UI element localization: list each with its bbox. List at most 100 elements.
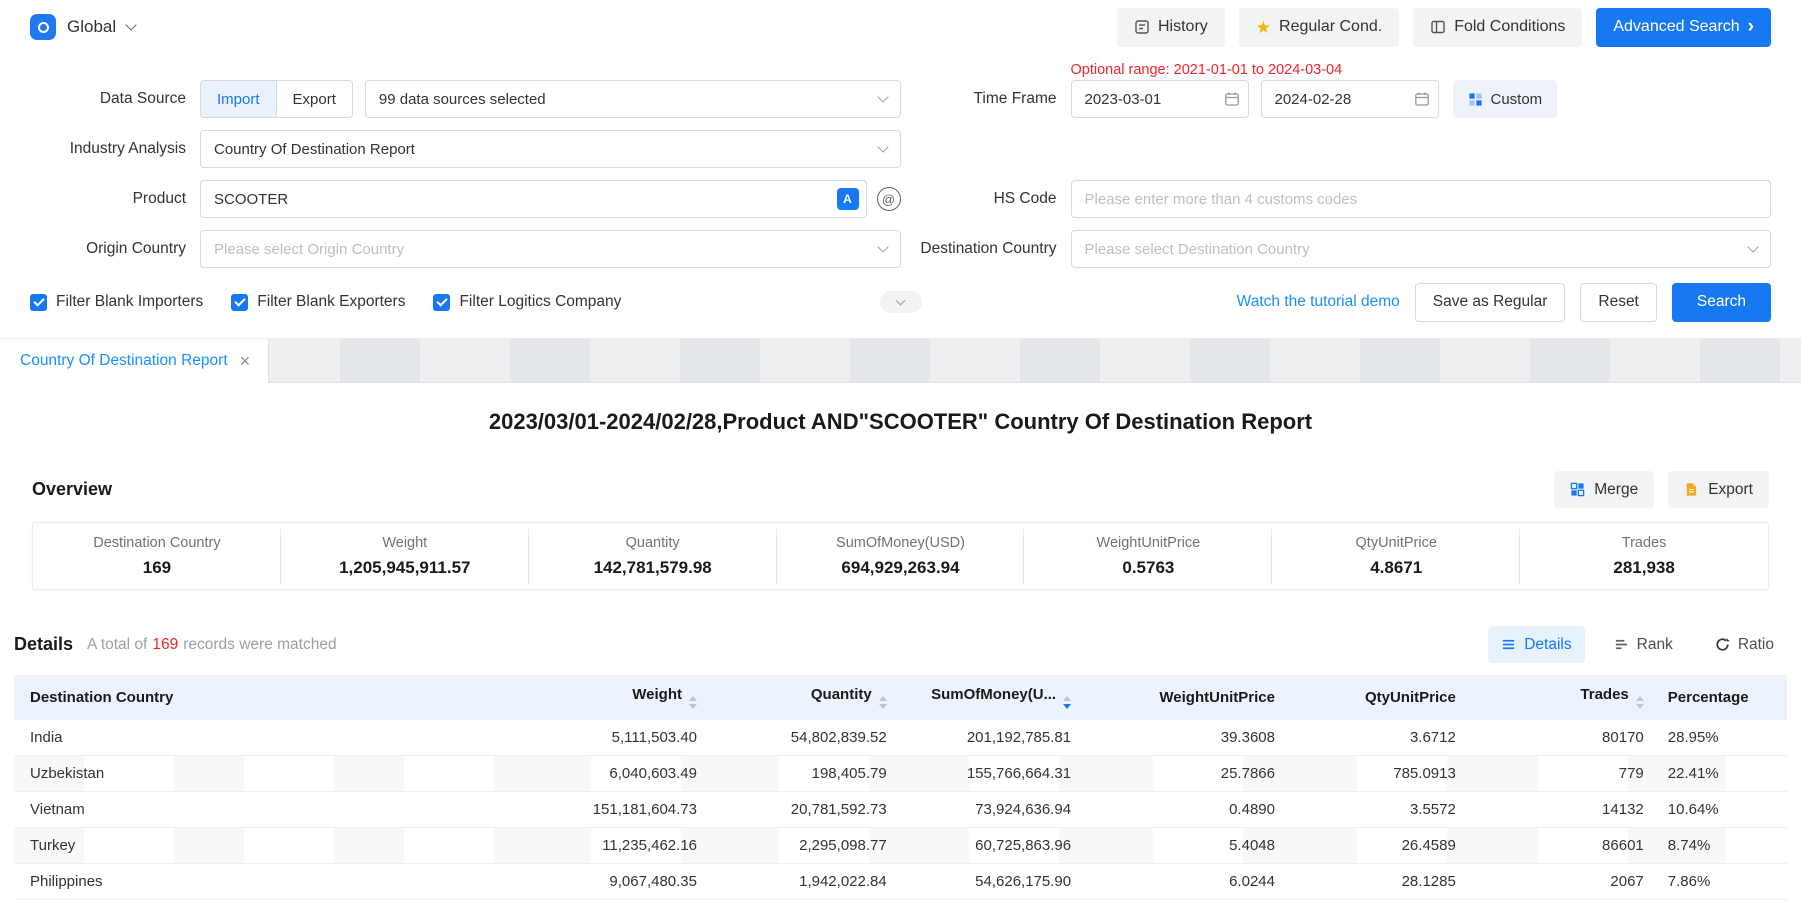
cell-qty-unit-price: 28.1285 — [1287, 863, 1468, 899]
cell-trades: 14132 — [1468, 791, 1656, 827]
overview-stats-bar: Destination Country 169 Weight 1,205,945… — [32, 522, 1769, 590]
calendar-icon — [1414, 91, 1430, 107]
table-row-india[interactable]: India 5,111,503.40 54,802,839.52 201,192… — [14, 720, 1787, 756]
stat-destination-country: Destination Country 169 — [33, 535, 281, 578]
sort-icon[interactable] — [1063, 696, 1071, 709]
collapse-panel-button[interactable] — [880, 291, 922, 313]
tab-country-of-destination-report[interactable]: Country Of Destination Report × — [0, 339, 269, 383]
custom-range-button[interactable]: Custom — [1453, 80, 1558, 118]
industry-analysis-value: Country Of Destination Report — [214, 141, 415, 158]
table-row-uzbekistan[interactable]: Uzbekistan 6,040,603.49 198,405.79 155,7… — [14, 755, 1787, 791]
cell-percentage: 22.41% — [1656, 755, 1787, 791]
cell-trades: 86601 — [1468, 827, 1656, 863]
cell-quantity: 20,781,592.73 — [709, 791, 899, 827]
table-header-sum-of-money[interactable]: SumOfMoney(U... — [899, 675, 1083, 720]
cell-sum-of-money: 201,192,785.81 — [899, 720, 1083, 756]
cell-destination-country[interactable]: Philippines — [14, 863, 521, 899]
filter-blank-importers-checkbox[interactable]: Filter Blank Importers — [30, 293, 203, 311]
view-ratio-button[interactable]: Ratio — [1702, 626, 1787, 663]
optional-range-row: Optional range: 2021-01-01 to 2024-03-04 — [30, 54, 1771, 78]
origin-country-label: Origin Country — [30, 240, 200, 258]
calendar-icon — [1224, 91, 1240, 107]
form-actions: Watch the tutorial demo Save as Regular … — [1237, 283, 1771, 322]
filter-label: Filter Logitics Company — [459, 293, 621, 311]
fold-conditions-button[interactable]: Fold Conditions — [1413, 8, 1582, 47]
table-header-row: Destination Country Weight Quantity SumO… — [14, 675, 1787, 720]
view-details-button[interactable]: Details — [1488, 626, 1584, 663]
tutorial-link[interactable]: Watch the tutorial demo — [1237, 293, 1400, 311]
cell-sum-of-money: 155,766,664.31 — [899, 755, 1083, 791]
cell-destination-country[interactable]: Uzbekistan — [14, 755, 521, 791]
start-date-input[interactable] — [1071, 80, 1249, 118]
table-header-weight[interactable]: Weight — [521, 675, 709, 720]
time-frame-label: Time Frame — [901, 90, 1071, 108]
end-date-input[interactable] — [1261, 80, 1439, 118]
reset-button[interactable]: Reset — [1580, 283, 1657, 322]
import-toggle[interactable]: Import — [201, 81, 276, 117]
cell-qty-unit-price: 3.6712 — [1287, 720, 1468, 756]
advanced-search-button[interactable]: Advanced Search › — [1596, 8, 1771, 47]
chevron-down-icon — [896, 296, 906, 306]
overview-header: Overview Merge Export — [32, 471, 1769, 508]
table-header-qty-unit-price: QtyUnitPrice — [1287, 675, 1468, 720]
export-icon — [1684, 482, 1699, 497]
cell-weight: 5,111,503.40 — [521, 720, 709, 756]
table-row-vietnam[interactable]: Vietnam 151,181,604.73 20,781,592.73 73,… — [14, 791, 1787, 827]
cell-percentage: 28.95% — [1656, 720, 1787, 756]
report-title: 2023/03/01-2024/02/28,Product AND"SCOOTE… — [0, 409, 1801, 435]
regular-cond-button[interactable]: ★ Regular Cond. — [1239, 8, 1399, 47]
industry-analysis-select[interactable]: Country Of Destination Report — [200, 130, 901, 168]
custom-label: Custom — [1491, 91, 1543, 108]
destination-country-placeholder: Please select Destination Country — [1085, 241, 1310, 258]
cell-destination-country[interactable]: Vietnam — [14, 791, 521, 827]
hs-code-input[interactable] — [1071, 180, 1772, 218]
sort-icon[interactable] — [879, 696, 887, 709]
cell-quantity: 198,405.79 — [709, 755, 899, 791]
merge-label: Merge — [1594, 481, 1638, 499]
save-as-regular-button[interactable]: Save as Regular — [1415, 283, 1566, 322]
table-header-trades[interactable]: Trades — [1468, 675, 1656, 720]
optional-range-note: Optional range: 2021-01-01 to 2024-03-04 — [1071, 62, 1343, 78]
cell-qty-unit-price: 785.0913 — [1287, 755, 1468, 791]
region-selector[interactable]: Global — [30, 14, 135, 40]
filter-checkboxes: Filter Blank Importers Filter Blank Expo… — [30, 293, 621, 311]
rank-icon — [1614, 637, 1629, 652]
import-export-toggle: Import Export — [200, 80, 353, 118]
details-table: Destination Country Weight Quantity SumO… — [14, 675, 1787, 900]
destination-country-select[interactable]: Please select Destination Country — [1071, 230, 1772, 268]
data-source-label: Data Source — [30, 90, 200, 108]
table-header-quantity[interactable]: Quantity — [709, 675, 899, 720]
view-rank-button[interactable]: Rank — [1601, 626, 1686, 663]
cell-percentage: 7.86% — [1656, 863, 1787, 899]
fold-conditions-icon — [1430, 19, 1446, 35]
cell-destination-country[interactable]: India — [14, 720, 521, 756]
product-input[interactable] — [200, 180, 867, 218]
filter-blank-exporters-checkbox[interactable]: Filter Blank Exporters — [231, 293, 405, 311]
translate-icon[interactable]: A — [837, 188, 859, 210]
origin-country-select[interactable]: Please select Origin Country — [200, 230, 901, 268]
filter-label: Filter Blank Importers — [56, 293, 203, 311]
cell-destination-country[interactable]: Turkey — [14, 827, 521, 863]
table-row-turkey[interactable]: Turkey 11,235,462.16 2,295,098.77 60,725… — [14, 827, 1787, 863]
sort-icon[interactable] — [689, 696, 697, 709]
cell-trades: 80170 — [1468, 720, 1656, 756]
record-count-text: A total of169records were matched — [87, 636, 337, 654]
filter-logistics-company-checkbox[interactable]: Filter Logitics Company — [433, 293, 621, 311]
cell-quantity: 1,942,022.84 — [709, 863, 899, 899]
data-source-select[interactable]: 99 data sources selected — [365, 80, 901, 118]
result-tab-strip: Country Of Destination Report × — [0, 339, 1801, 383]
merge-button[interactable]: Merge — [1554, 471, 1654, 508]
close-icon[interactable]: × — [240, 352, 251, 370]
industry-analysis-label: Industry Analysis — [30, 140, 200, 158]
at-circle-icon[interactable]: @ — [877, 187, 901, 211]
cell-weight: 9,067,480.35 — [521, 863, 709, 899]
export-button[interactable]: Export — [1668, 471, 1769, 508]
table-row-philippines[interactable]: Philippines 9,067,480.35 1,942,022.84 54… — [14, 863, 1787, 899]
history-button[interactable]: History — [1117, 8, 1225, 47]
stat-sum-of-money: SumOfMoney(USD) 694,929,263.94 — [777, 535, 1025, 578]
sort-icon[interactable] — [1636, 696, 1644, 709]
search-button[interactable]: Search — [1672, 283, 1771, 322]
product-label: Product — [30, 190, 200, 208]
view-details-label: Details — [1524, 636, 1571, 654]
export-toggle[interactable]: Export — [276, 81, 352, 117]
